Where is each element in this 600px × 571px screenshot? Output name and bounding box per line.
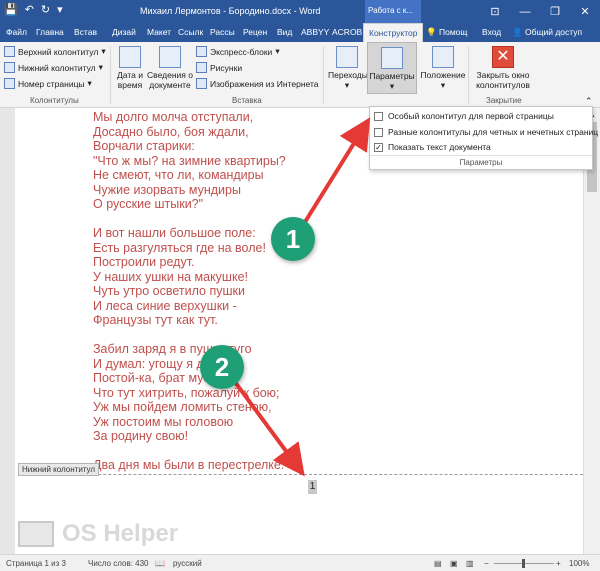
step-marker-1: 1: [271, 217, 315, 261]
zoom-slider-thumb[interactable]: [522, 559, 525, 568]
watermark-logo-icon: [18, 521, 54, 547]
arrow-1: [298, 117, 371, 232]
print-layout-icon[interactable]: ▣: [450, 559, 458, 568]
web-layout-icon[interactable]: ▥: [466, 559, 474, 568]
status-language[interactable]: русский: [173, 559, 202, 568]
annotation-arrows: [230, 117, 371, 477]
zoom-level[interactable]: 100%: [569, 559, 589, 568]
status-words[interactable]: Число слов: 430: [88, 559, 148, 568]
watermark: OS Helper: [18, 520, 178, 548]
step-marker-2: 2: [200, 345, 244, 389]
proofing-icon[interactable]: 📖: [155, 559, 165, 568]
status-page[interactable]: Страница 1 из 3: [6, 559, 66, 568]
zoom-out-icon[interactable]: −: [484, 559, 489, 568]
zoom-in-icon[interactable]: +: [556, 559, 561, 568]
status-bar: Страница 1 из 3 Число слов: 430 📖 русски…: [0, 554, 600, 571]
arrow-2: [230, 376, 305, 477]
read-mode-icon[interactable]: ▤: [434, 559, 442, 568]
